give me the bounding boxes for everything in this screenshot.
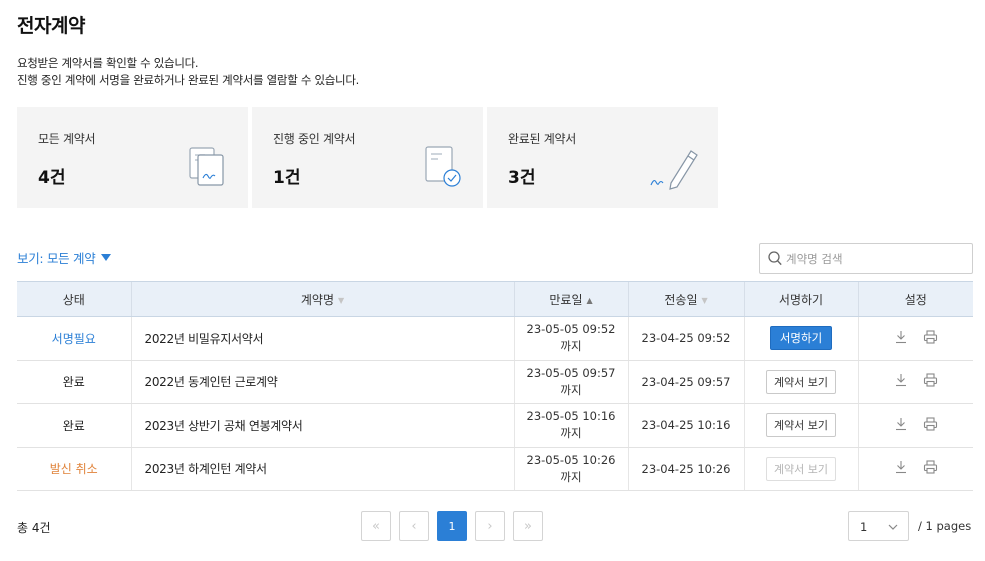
column-header-name[interactable]: 계약명 ▼ (130, 281, 514, 317)
sort-up-icon: ▲ (586, 295, 593, 305)
contracts-table: 상태 계약명 ▼ 만료일 ▲ 전송일 ▼ 서명하기 설정 서명필요 2022년 비밀유… (17, 281, 973, 491)
download-icon[interactable] (894, 417, 908, 431)
view-contract-button[interactable]: 계약서 보기 (765, 413, 837, 438)
view-contract-button[interactable]: 계약서 보기 (765, 369, 837, 394)
total-pages-label: / 1 pages (918, 519, 972, 533)
print-icon[interactable] (923, 330, 938, 344)
total-count: 총 4건 (17, 521, 51, 535)
sort-down-icon: ▼ (337, 295, 345, 305)
settings-cell (857, 403, 973, 448)
chevron-down-icon (888, 524, 898, 530)
expiry-cell: 23-05-05 09:57 까지 (513, 360, 628, 404)
table-row: 완료 2023년 상반기 공채 연봉계약서 23-05-05 10:16 까지 2… (17, 403, 973, 448)
column-header-status: 상태 (17, 281, 131, 317)
settings-cell (857, 360, 973, 404)
last-page-button[interactable]: » (513, 511, 543, 541)
card-label: 진행 중인 계약서 (273, 132, 356, 146)
card-count: 1건 (273, 168, 301, 188)
view-contract-button-disabled: 계약서 보기 (765, 456, 837, 481)
page-description: 요청받은 계약서를 확인할 수 있습니다. 진행 중인 계약에 서명을 완료하거… (17, 55, 359, 89)
column-header-sign: 서명하기 (743, 281, 858, 317)
document-check-icon (425, 146, 461, 187)
caret-down-icon (101, 254, 112, 261)
column-header-sent[interactable]: 전송일 ▼ (627, 281, 744, 317)
card-count: 3건 (508, 168, 536, 188)
contract-name-cell[interactable]: 2023년 상반기 공채 연봉계약서 (130, 403, 514, 448)
search-icon (768, 251, 782, 266)
table-header-row: 상태 계약명 ▼ 만료일 ▲ 전송일 ▼ 서명하기 설정 (17, 281, 973, 317)
download-icon[interactable] (894, 373, 908, 387)
search-box[interactable] (759, 243, 973, 274)
table-row: 서명필요 2022년 비밀유지서약서 23-05-05 09:52 까지 23-0… (17, 316, 973, 361)
sign-cell: 계약서 보기 (743, 447, 858, 491)
first-page-button[interactable]: « (361, 511, 391, 541)
contract-name-cell[interactable]: 2022년 비밀유지서약서 (130, 316, 514, 361)
expiry-cell: 23-05-05 10:26 까지 (513, 447, 628, 491)
table-row: 발신 취소 2023년 하계인턴 계약서 23-05-05 10:26 까지 23… (17, 447, 973, 491)
sort-down-icon: ▼ (701, 295, 708, 305)
card-completed-contracts[interactable]: 완료된 계약서 3건 (487, 107, 718, 208)
page-select[interactable]: 1 (848, 511, 909, 541)
settings-cell (857, 316, 973, 361)
sent-date-cell: 23-04-25 09:52 (627, 316, 744, 361)
print-icon[interactable] (923, 417, 938, 431)
view-filter-label: 보기: 모든 계약 (17, 251, 96, 266)
card-in-progress-contracts[interactable]: 진행 중인 계약서 1건 (252, 107, 483, 208)
page-select-value: 1 (860, 520, 868, 534)
download-icon[interactable] (894, 330, 908, 344)
sign-button[interactable]: 서명하기 (769, 326, 833, 351)
card-label: 완료된 계약서 (508, 132, 576, 146)
sent-date-cell: 23-04-25 10:26 (627, 447, 744, 491)
column-header-settings: 설정 (857, 281, 973, 317)
card-label: 모든 계약서 (38, 132, 96, 146)
sign-cell: 계약서 보기 (743, 360, 858, 404)
expiry-cell: 23-05-05 10:16 까지 (513, 403, 628, 448)
search-input[interactable] (786, 244, 968, 273)
description-line-2: 진행 중인 계약에 서명을 완료하거나 완료된 계약서를 열람할 수 있습니다. (17, 73, 359, 87)
card-all-contracts[interactable]: 모든 계약서 4건 (17, 107, 248, 208)
status-cell: 서명필요 (17, 316, 131, 361)
table-row: 완료 2022년 동계인턴 근로계약 23-05-05 09:57 까지 23-0… (17, 360, 973, 404)
documents-signature-icon (189, 147, 224, 186)
expiry-cell: 23-05-05 09:52 까지 (513, 316, 628, 361)
print-icon[interactable] (923, 373, 938, 387)
page-title: 전자계약 (17, 15, 85, 37)
page-button-current[interactable]: 1 (437, 511, 467, 541)
download-icon[interactable] (894, 460, 908, 474)
sent-date-cell: 23-04-25 09:57 (627, 360, 744, 404)
status-cell: 발신 취소 (17, 447, 131, 491)
description-line-1: 요청받은 계약서를 확인할 수 있습니다. (17, 56, 199, 70)
print-icon[interactable] (923, 460, 938, 474)
card-count: 4건 (38, 168, 66, 188)
status-cell: 완료 (17, 360, 131, 404)
prev-page-button[interactable]: ‹ (399, 511, 429, 541)
sign-cell: 서명하기 (743, 316, 858, 361)
pagination: « ‹ 1 › » (361, 511, 543, 541)
sent-date-cell: 23-04-25 10:16 (627, 403, 744, 448)
view-filter-dropdown[interactable]: 보기: 모든 계약 (17, 248, 112, 267)
column-header-expiry[interactable]: 만료일 ▲ (513, 281, 628, 317)
next-page-button[interactable]: › (475, 511, 505, 541)
pen-signature-icon (650, 150, 698, 190)
settings-cell (857, 447, 973, 491)
contract-name-cell[interactable]: 2022년 동계인턴 근로계약 (130, 360, 514, 404)
status-cell: 완료 (17, 403, 131, 448)
contract-name-cell[interactable]: 2023년 하계인턴 계약서 (130, 447, 514, 491)
sign-cell: 계약서 보기 (743, 403, 858, 448)
